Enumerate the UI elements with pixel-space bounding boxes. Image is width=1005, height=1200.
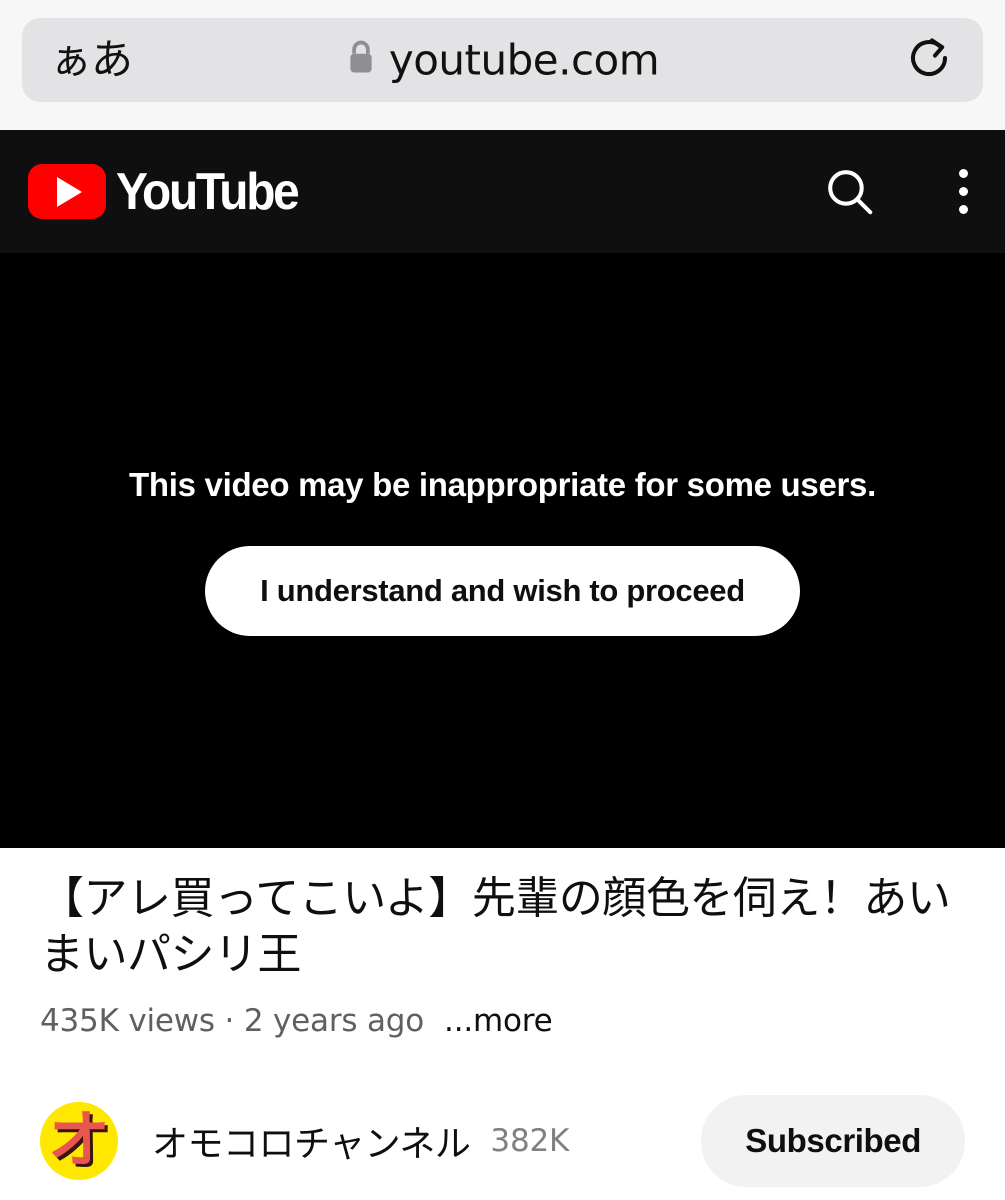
youtube-logo[interactable]: YouTube (28, 162, 313, 222)
reload-icon[interactable] (905, 36, 953, 84)
subscriber-count: 382K (490, 1122, 570, 1159)
search-icon[interactable] (823, 165, 877, 219)
address-bar[interactable]: ぁあ youtube.com (22, 18, 983, 102)
kebab-dot (958, 187, 968, 196)
kebab-menu-icon[interactable] (943, 165, 983, 219)
age-gate-message: This video may be inappropriate for some… (129, 465, 876, 503)
video-stats: 435K views · 2 years ago (40, 1003, 425, 1039)
kebab-dot (958, 205, 968, 214)
mobile-browser-screen: ぁあ youtube.com YouTube This video may be… (0, 0, 1005, 1200)
browser-toolbar: ぁあ youtube.com (0, 0, 1005, 130)
channel-row: オ オモコロチャンネル 382K Subscribed (40, 1093, 965, 1188)
more-link[interactable]: ...more (444, 1003, 553, 1039)
video-player-area[interactable]: This video may be inappropriate for some… (0, 253, 1005, 848)
youtube-play-icon (28, 164, 106, 219)
header-actions (823, 165, 983, 219)
video-title[interactable]: 【アレ買ってこいよ】先輩の顔色を伺え！あいまいパシリ王 (40, 871, 965, 984)
video-metadata-section: 【アレ買ってこいよ】先輩の顔色を伺え！あいまいパシリ王 435K views ·… (0, 848, 1005, 1200)
youtube-header: YouTube (0, 130, 1005, 253)
video-stats-row: 435K views · 2 years ago ...more (40, 1003, 553, 1039)
subscribed-button[interactable]: Subscribed (701, 1094, 965, 1187)
play-triangle-icon (57, 176, 82, 207)
avatar[interactable]: オ (40, 1101, 118, 1180)
lock-icon (346, 39, 376, 82)
url-text: youtube.com (388, 35, 660, 85)
url-display[interactable]: youtube.com (22, 36, 983, 85)
kebab-dot (958, 169, 968, 178)
age-gate-proceed-button[interactable]: I understand and wish to proceed (205, 545, 800, 636)
youtube-wordmark: YouTube (116, 162, 300, 221)
channel-name[interactable]: オモコロチャンネル (152, 1115, 471, 1167)
avatar-glyph: オ (47, 1102, 110, 1176)
